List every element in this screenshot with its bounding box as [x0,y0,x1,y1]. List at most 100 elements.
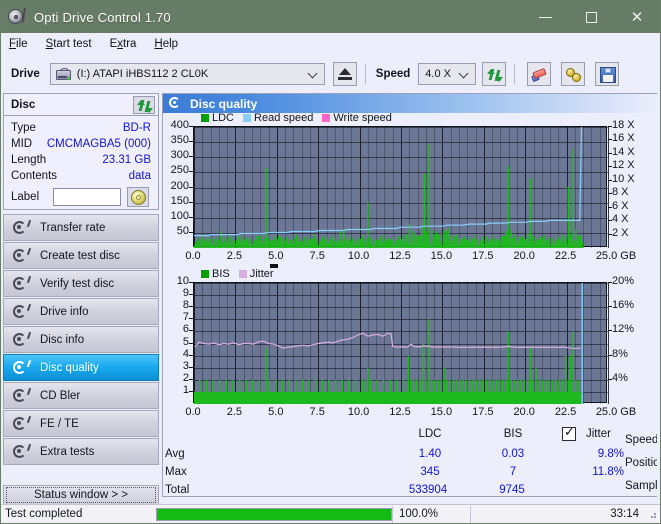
eraser-icon [532,68,548,82]
settings-button[interactable] [561,62,585,86]
y2-axis-tick-label: 12 X [612,159,635,171]
refresh-disc-button[interactable] [133,96,155,114]
y2-axis-tickmark [608,355,612,356]
disc-test-icon [12,332,30,348]
y-axis-tickmark [189,355,193,356]
disc-label-input[interactable] [53,188,121,206]
x-axis-tick-label: 0.0 [170,406,216,418]
disc-label-button[interactable] [127,187,149,207]
sidebar-item-disc-info[interactable]: Disc info [3,326,159,353]
y-axis-tick-label: 1 [163,384,189,396]
disc-mid-value: CMCMAGBA5 (000) [47,138,151,150]
window-controls: ✕ [522,1,660,33]
y2-axis-tickmark [608,306,612,307]
menu-help[interactable]: Help [154,36,188,52]
disc-type-key: Type [11,122,36,134]
y-axis-tickmark [189,343,193,344]
status-window-button[interactable]: Status window > > [3,485,159,505]
progress-percent: 100.0% [393,508,470,520]
x-axis-tick-label: 2.5 [211,406,257,418]
sidebar-item-label: Transfer rate [40,222,105,234]
y2-axis-tickmark [608,153,612,154]
disc-test-icon [12,416,30,432]
menu-start-test[interactable]: Start test [46,36,102,52]
x-axis-tick-label: 10.0 [336,250,382,262]
sidebar-item-verify-test-disc[interactable]: Verify test disc [3,270,159,297]
main-header: Disc quality [163,94,658,113]
sidebar-item-disc-quality[interactable]: Disc quality [3,354,159,381]
y-axis-tickmark [189,294,193,295]
window-title: Opti Drive Control 1.70 [34,10,171,25]
y2-axis-tick-label: 12% [612,323,634,335]
close-button[interactable]: ✕ [614,1,660,33]
y2-axis-tickmark [608,207,612,208]
refresh-button[interactable] [482,62,506,86]
y-axis-tick-label: 2 [163,372,189,384]
legend-label: BIS [212,268,230,280]
y-axis-tick-label: 400 [163,119,189,131]
right-edge-scroll[interactable] [657,93,660,497]
x-axis-tick-label: 22.5 [543,250,589,262]
plot-area [193,126,607,247]
stats-header-ldc: LDC [410,428,450,440]
y-axis-tick-label: 10 [163,275,189,287]
stats-max-ldc: 345 [410,466,450,478]
disc-contents-key: Contents [11,170,57,182]
sidebar-item-transfer-rate[interactable]: Transfer rate [3,214,159,241]
eject-button[interactable] [333,62,357,86]
save-button[interactable] [595,62,619,86]
y2-axis-tick-label: 16% [612,299,634,311]
disc-row-type: Type BD-R [11,120,151,136]
y2-axis-tick-label: 16 X [612,132,635,144]
ldc-chart: LDCRead speedWrite speed5010015020025030… [163,113,658,265]
x-axis-tick-label: 22.5 [543,406,589,418]
minimize-button[interactable] [522,1,568,33]
sidebar-item-label: Verify test disc [40,278,114,290]
legend-item: Jitter [239,268,274,280]
x-axis-tick-label: 7.5 [294,406,340,418]
y2-axis-tick-label: 4 X [612,213,629,225]
menu-extra[interactable]: Extra [110,36,147,52]
drive-select[interactable]: (I:) ATAPI iHBS112 2 CL0K [50,63,325,85]
disc-quality-icon [169,97,183,110]
erase-button[interactable] [527,62,551,86]
disc-label-key: Label [11,191,53,203]
x-axis-tick-label: 7.5 [294,250,340,262]
y-axis-tickmark [189,156,193,157]
x-axis-tick-label: 12.5 [377,406,423,418]
speed-select-value: 4.0 X [425,68,451,80]
position-key: Position [625,457,661,469]
disc-row-mid: MID CMCMAGBA5 (000) [11,136,151,152]
sidebar-item-create-test-disc[interactable]: Create test disc [3,242,159,269]
x-axis-tick-label: 15.0 [418,406,464,418]
sidebar-item-cd-bler[interactable]: CD Bler [3,382,159,409]
y2-axis-tickmark [608,193,612,194]
sidebar-item-fe-te[interactable]: FE / TE [3,410,159,437]
sidebar-item-extra-tests[interactable]: Extra tests [3,438,159,465]
y-axis-tickmark [189,187,193,188]
legend-item: BIS [201,268,230,280]
gear-icon [566,67,582,83]
sidebar-item-drive-info[interactable]: Drive info [3,298,159,325]
maximize-button[interactable] [568,1,614,33]
menu-file[interactable]: File [9,36,38,52]
optical-drive-icon [56,68,71,81]
speed-select[interactable]: 4.0 X [418,63,476,85]
progress-bar-fill [157,509,391,520]
stats-total-bis: 9745 [483,484,541,496]
y2-axis-tickmark [608,220,612,221]
y2-axis-tick-label: 8% [612,348,628,360]
y-axis-tick-label: 4 [163,348,189,360]
jitter-checkbox[interactable] [562,427,576,441]
y-axis-tickmark [189,217,193,218]
y-axis-tick-label: 350 [163,134,189,146]
legend-swatch-icon [239,270,247,278]
stats-row-max-label: Max [165,466,187,478]
resize-grip-icon[interactable] [647,509,657,519]
sidebar-nav: Transfer rate Create test disc Verify te… [3,214,159,465]
chart-legend: BIS Jitter [201,268,280,280]
disc-row-contents: Contents data [11,168,151,184]
bis-jitter-chart: BISJitter123456789104%8%12%16%20%0.02.55… [163,269,658,421]
stats-max-jitter: 11.8% [564,466,624,478]
x-axis-tick-label: 20.0 [501,406,547,418]
